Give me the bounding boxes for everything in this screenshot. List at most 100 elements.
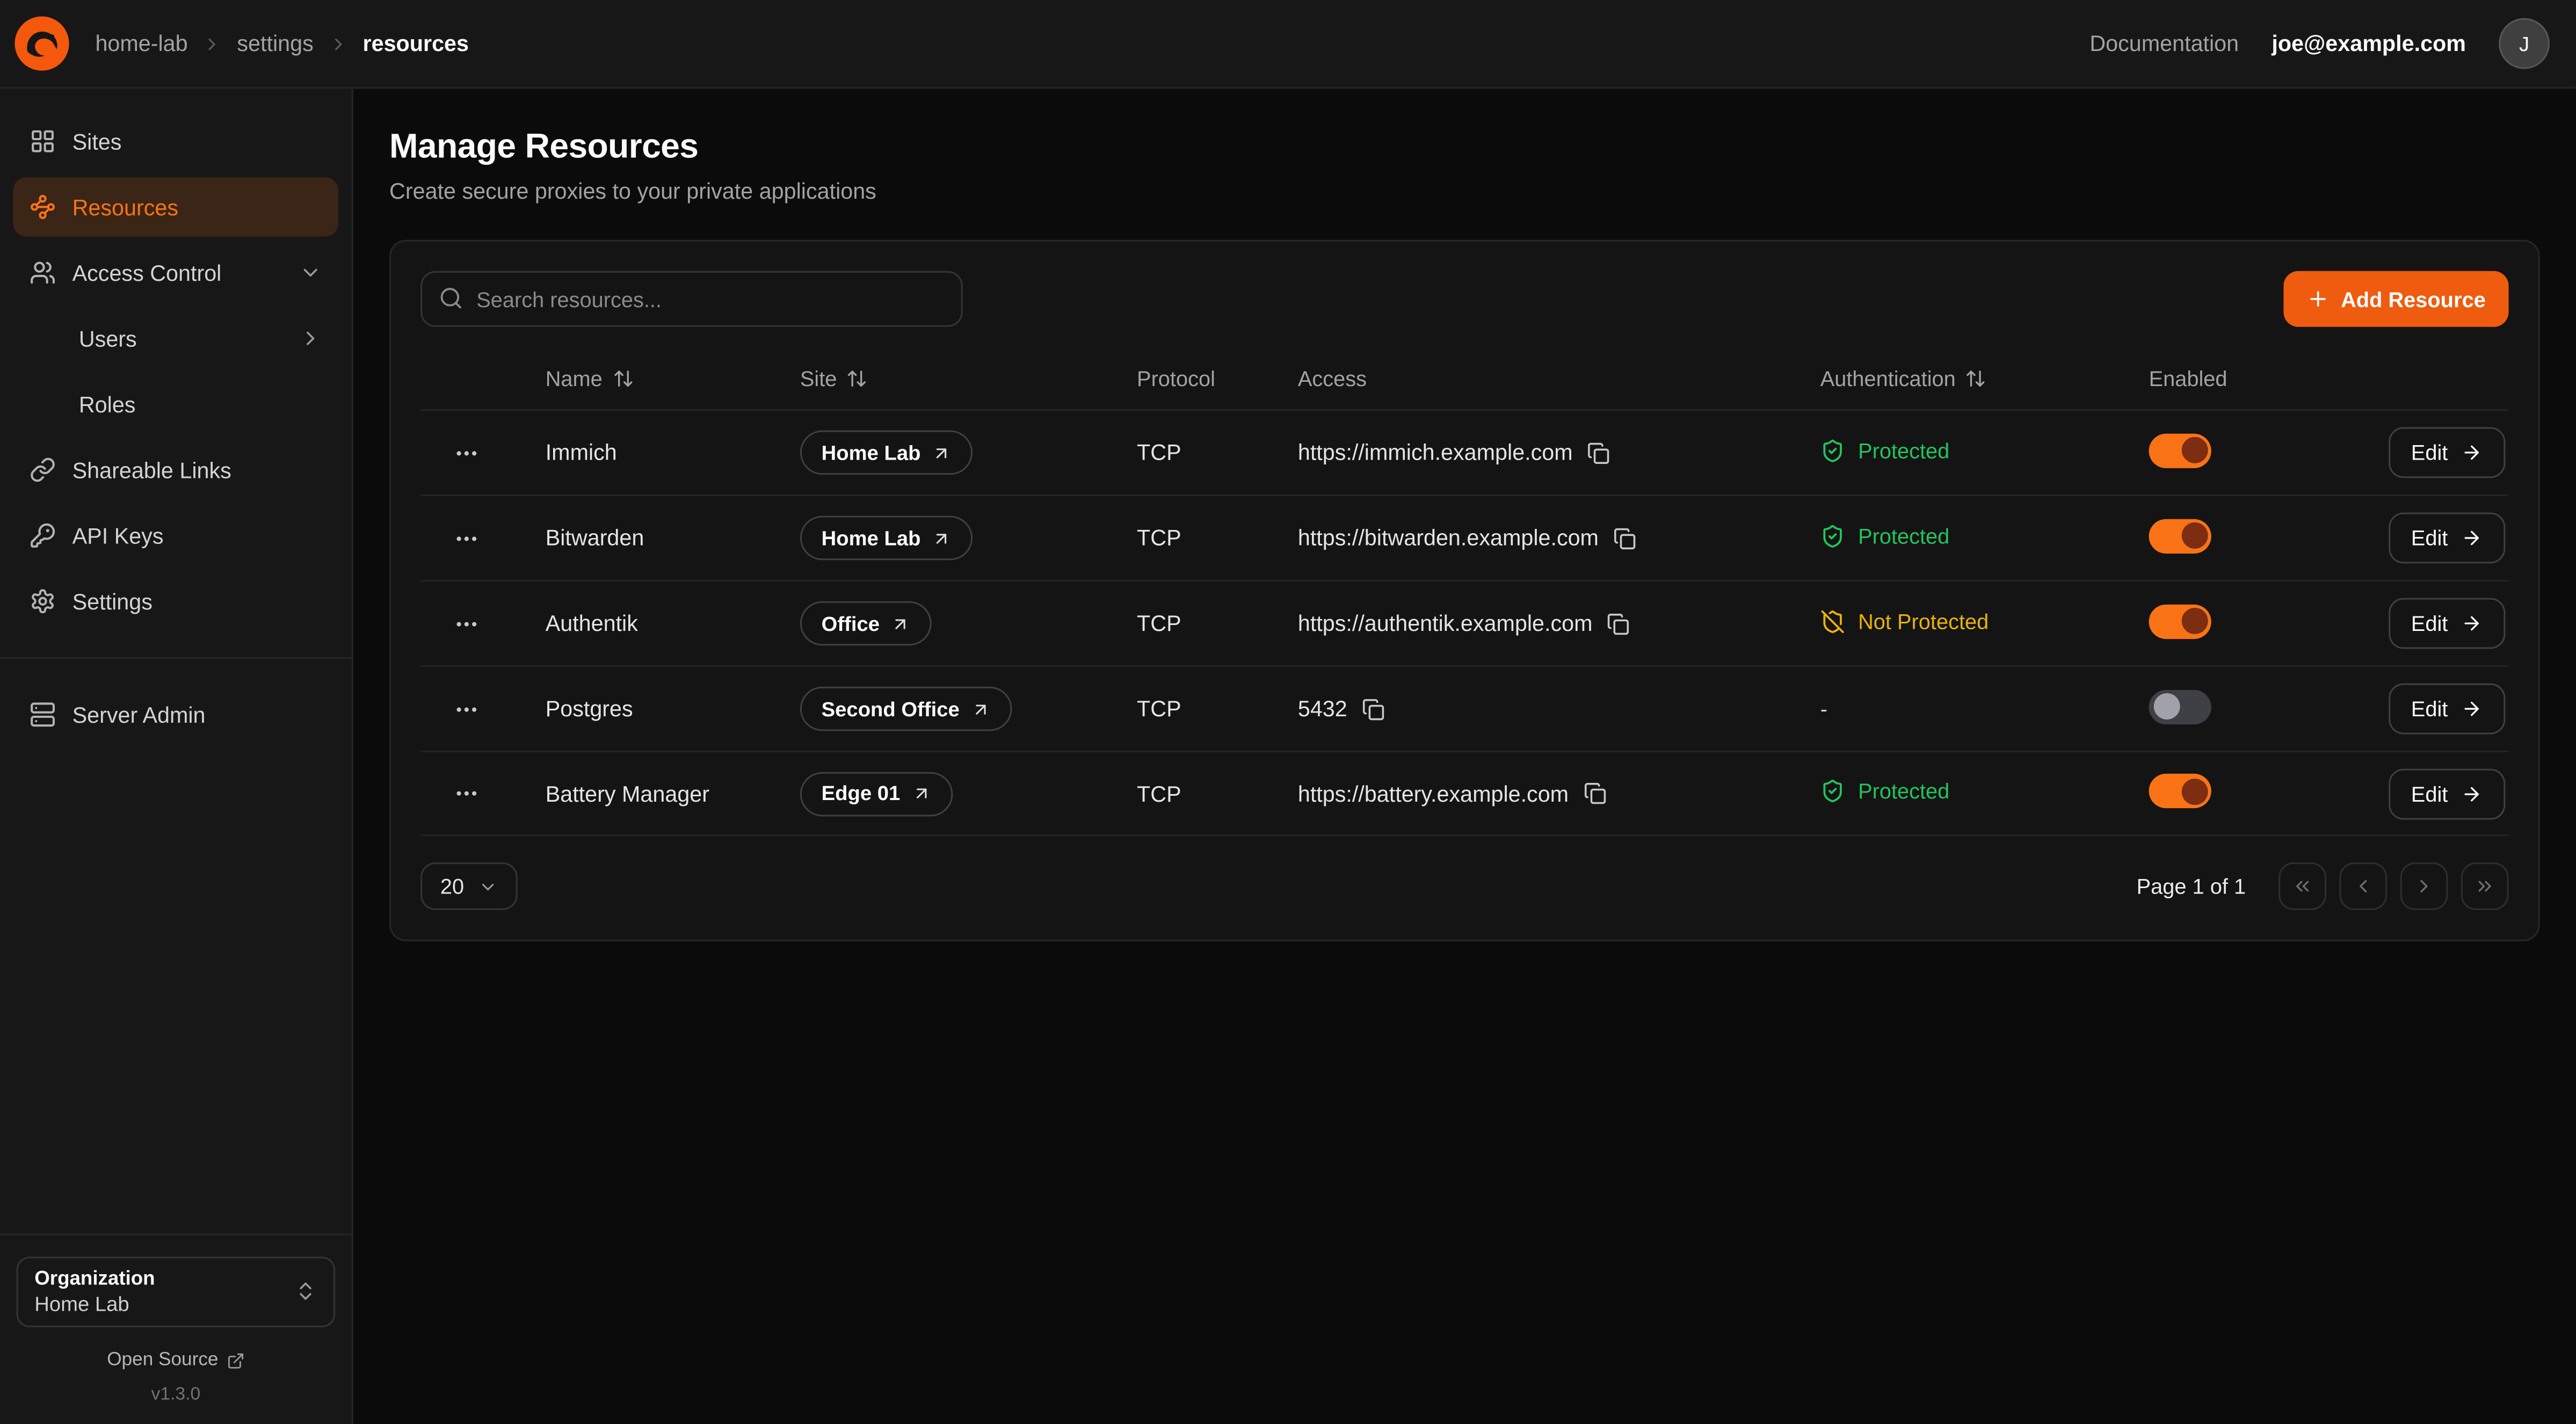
header-enabled: Enabled xyxy=(2149,366,2333,390)
resource-name: Authentik xyxy=(513,611,800,636)
sidebar-item-shareable-links[interactable]: Shareable Links xyxy=(13,440,338,499)
pangolin-logo-icon[interactable] xyxy=(13,15,70,72)
copy-button[interactable] xyxy=(1587,441,1610,464)
next-page-button[interactable] xyxy=(2400,862,2448,910)
row-menu-button[interactable] xyxy=(444,430,490,476)
chevron-right-icon xyxy=(299,327,322,350)
site-link[interactable]: Home Lab xyxy=(800,431,974,475)
organization-value: Home Lab xyxy=(34,1293,155,1316)
search-box xyxy=(420,271,963,327)
sidebar-item-label: Resources xyxy=(72,195,178,220)
users-icon xyxy=(30,259,56,286)
first-page-button[interactable] xyxy=(2279,862,2326,910)
open-source-label: Open Source xyxy=(107,1350,218,1370)
sidebar-item-sites[interactable]: Sites xyxy=(13,112,338,171)
documentation-link[interactable]: Documentation xyxy=(2089,31,2239,56)
row-menu-button[interactable] xyxy=(444,515,490,561)
user-email[interactable]: joe@example.com xyxy=(2272,31,2466,56)
edit-button[interactable]: Edit xyxy=(2388,684,2505,735)
organization-label: Organization xyxy=(34,1267,155,1290)
page-size-select[interactable]: 20 xyxy=(420,862,518,910)
resource-name: Bitwarden xyxy=(513,526,800,550)
sidebar-item-resources[interactable]: Resources xyxy=(13,177,338,236)
add-resource-button[interactable]: Add Resource xyxy=(2283,271,2509,327)
table-body: Immich Home Lab TCP https://immich.examp… xyxy=(420,409,2508,836)
breadcrumb: home-lab settings resources xyxy=(95,31,469,56)
breadcrumb-settings[interactable]: settings xyxy=(237,31,313,56)
header-name[interactable]: Name xyxy=(513,366,800,390)
copy-icon xyxy=(1362,698,1385,721)
resource-name: Postgres xyxy=(513,696,800,721)
row-menu-button[interactable] xyxy=(444,771,490,817)
open-source-link[interactable]: Open Source xyxy=(17,1350,336,1370)
sidebar-item-label: Settings xyxy=(72,589,153,614)
shield-check-icon xyxy=(1820,438,1845,462)
access-value: https://bitwarden.example.com xyxy=(1298,526,1599,550)
sidebar-item-server-admin[interactable]: Server Admin xyxy=(13,685,338,744)
organization-selector[interactable]: Organization Home Lab xyxy=(17,1256,336,1327)
copy-icon xyxy=(1584,782,1607,805)
row-menu-button[interactable] xyxy=(444,686,490,732)
enabled-toggle[interactable] xyxy=(2149,433,2211,467)
header-authentication[interactable]: Authentication xyxy=(1820,366,2149,390)
shield-check-icon xyxy=(1820,523,1845,548)
row-menu-button[interactable] xyxy=(444,600,490,646)
header-site[interactable]: Site xyxy=(800,366,1137,390)
layout-grid-icon xyxy=(30,128,56,155)
header-protocol: Protocol xyxy=(1137,366,1298,390)
sidebar-item-label: Roles xyxy=(79,392,136,417)
waypoints-icon xyxy=(30,194,56,220)
sidebar-item-label: Server Admin xyxy=(72,702,206,727)
site-link[interactable]: Second Office xyxy=(800,687,1012,731)
breadcrumb-org[interactable]: home-lab xyxy=(95,31,187,56)
copy-button[interactable] xyxy=(1607,612,1630,635)
site-link[interactable]: Office xyxy=(800,601,932,646)
table-row: Battery Manager Edge 01 TCP https://batt… xyxy=(420,751,2508,836)
sidebar-item-settings[interactable]: Settings xyxy=(13,572,338,631)
sort-icon xyxy=(1965,367,1987,389)
avatar[interactable]: J xyxy=(2499,18,2550,69)
external-link-icon xyxy=(227,1351,245,1369)
edit-button[interactable]: Edit xyxy=(2388,768,2505,819)
access-value: https://battery.example.com xyxy=(1298,781,1569,806)
chevron-down-icon xyxy=(299,261,322,284)
copy-icon xyxy=(1587,441,1610,464)
sidebar-item-roles[interactable]: Roles xyxy=(13,375,338,434)
copy-button[interactable] xyxy=(1362,698,1385,721)
search-input[interactable] xyxy=(420,271,963,327)
enabled-toggle[interactable] xyxy=(2149,604,2211,638)
site-pill-label: Office xyxy=(822,612,880,635)
key-icon xyxy=(30,522,56,549)
sidebar-nav: Sites Resources Access Control Users xyxy=(13,112,338,744)
sidebar-item-access-control[interactable]: Access Control xyxy=(13,243,338,302)
arrow-up-right-icon xyxy=(971,699,991,719)
copy-button[interactable] xyxy=(1614,527,1637,550)
arrow-right-icon xyxy=(2461,613,2483,634)
pager-buttons xyxy=(2279,862,2508,910)
table-row: Immich Home Lab TCP https://immich.examp… xyxy=(420,409,2508,495)
site-pill-label: Home Lab xyxy=(822,527,921,550)
edit-button-label: Edit xyxy=(2411,440,2448,465)
enabled-toggle[interactable] xyxy=(2149,774,2211,808)
enabled-toggle[interactable] xyxy=(2149,518,2211,553)
access-value: 5432 xyxy=(1298,696,1347,721)
auth-label: Protected xyxy=(1858,779,1949,803)
pager: Page 1 of 1 xyxy=(2137,862,2509,910)
previous-page-button[interactable] xyxy=(2339,862,2387,910)
search-icon xyxy=(439,286,463,310)
auth-status: Protected xyxy=(1820,438,1950,462)
edit-button[interactable]: Edit xyxy=(2388,427,2505,478)
last-page-button[interactable] xyxy=(2461,862,2509,910)
enabled-toggle[interactable] xyxy=(2149,689,2211,723)
sidebar-divider xyxy=(0,657,352,659)
sidebar-item-users[interactable]: Users xyxy=(13,309,338,368)
chevrons-up-down-icon xyxy=(294,1280,317,1303)
sidebar-item-api-keys[interactable]: API Keys xyxy=(13,506,338,565)
site-link[interactable]: Edge 01 xyxy=(800,771,953,816)
edit-button[interactable]: Edit xyxy=(2388,598,2505,649)
site-link[interactable]: Home Lab xyxy=(800,516,974,561)
copy-button[interactable] xyxy=(1584,782,1607,805)
breadcrumb-current[interactable]: resources xyxy=(363,31,469,56)
edit-button[interactable]: Edit xyxy=(2388,513,2505,564)
protocol-value: TCP xyxy=(1137,440,1298,465)
